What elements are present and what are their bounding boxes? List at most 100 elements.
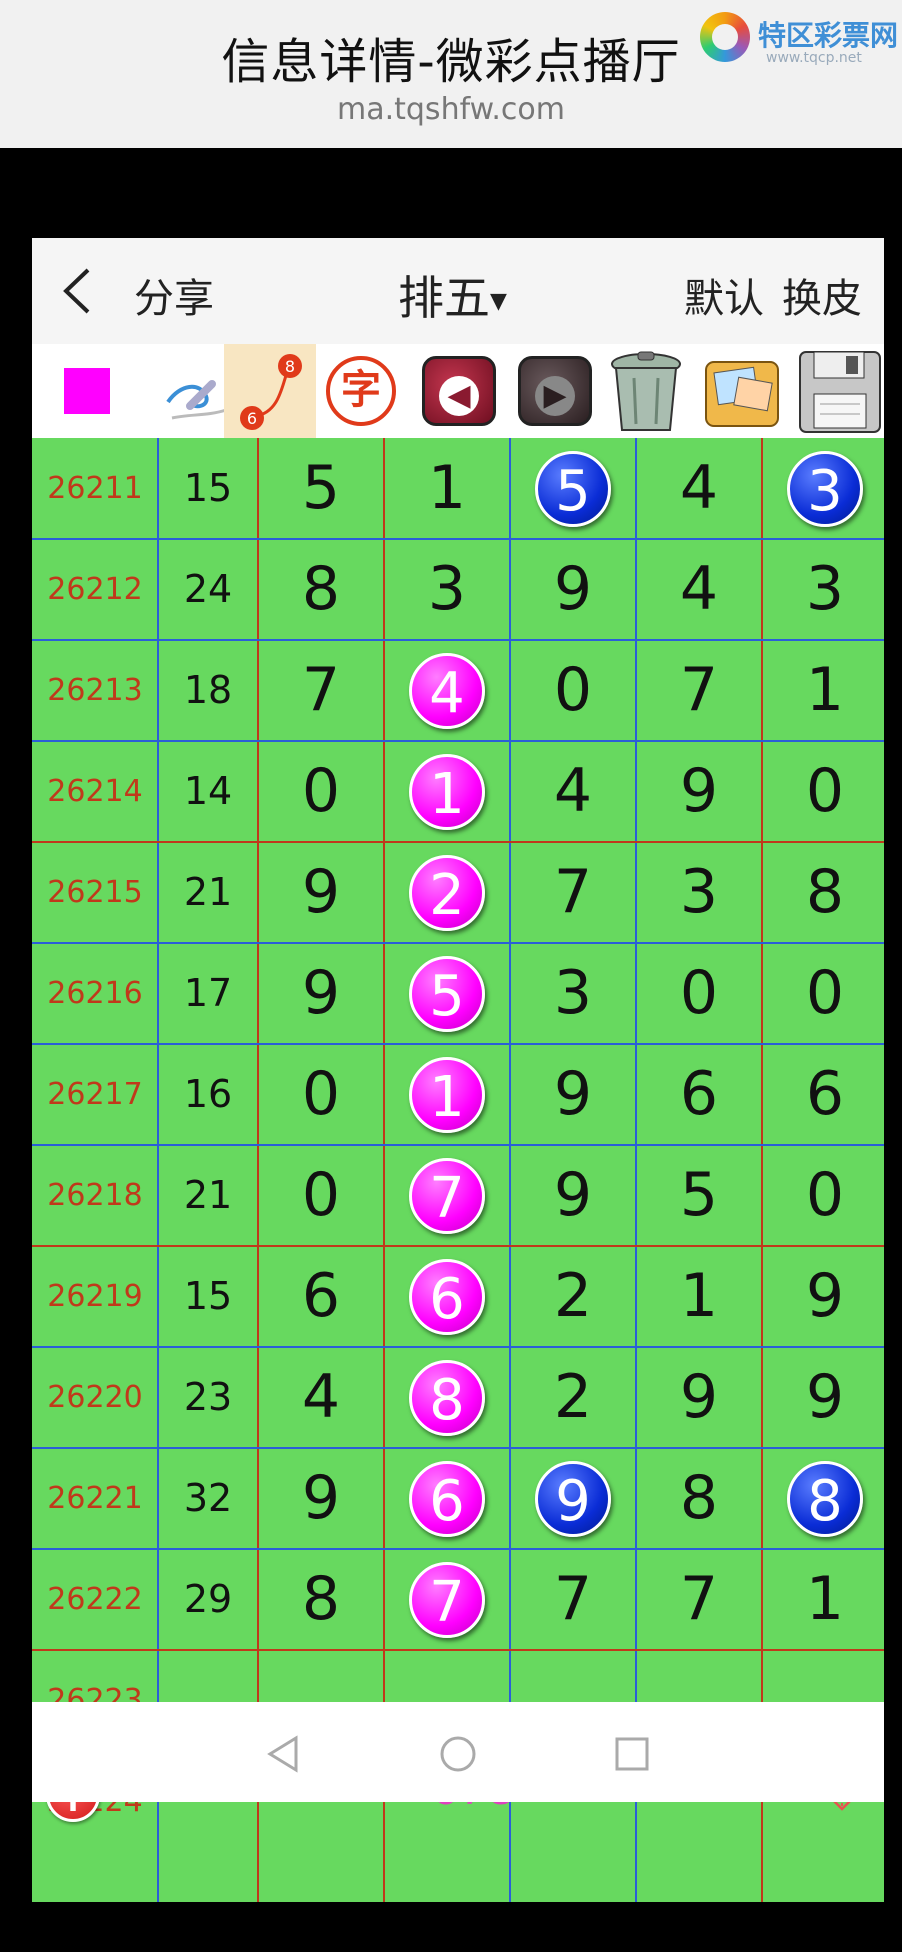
digit-cell[interactable]: 0	[258, 1044, 384, 1145]
link-number-top: 8	[285, 357, 295, 376]
issue-number: 26214	[47, 774, 143, 809]
digit-cell[interactable]: 9	[510, 1145, 636, 1246]
share-button[interactable]: 分享	[134, 266, 214, 324]
digit-cell[interactable]: 0	[762, 741, 884, 842]
nav-recent-icon[interactable]	[602, 1724, 662, 1784]
digit-cell[interactable]: 0	[258, 1145, 384, 1246]
blue-highlight-ball[interactable]: 5	[535, 450, 611, 527]
digit-cell[interactable]: 7	[510, 1549, 636, 1650]
digit-cell[interactable]: 2	[510, 1246, 636, 1347]
digit-cell[interactable]: 9	[762, 1246, 884, 1347]
digit-cell[interactable]: 0	[636, 943, 762, 1044]
digit-cell[interactable]: 3	[384, 539, 510, 640]
digit-cell[interactable]: 0	[258, 741, 384, 842]
blue-highlight-ball[interactable]: 3	[787, 450, 863, 527]
save-icon	[799, 351, 881, 433]
digit-cell[interactable]: 5	[636, 1145, 762, 1246]
issue-number: 26211	[47, 471, 143, 506]
digit-cell[interactable]: 9	[258, 1448, 384, 1549]
nav-back-icon[interactable]	[254, 1724, 314, 1784]
magenta-highlight-ball[interactable]: 2	[409, 854, 485, 931]
digit-cell[interactable]: 1	[762, 640, 884, 741]
digit-cell[interactable]: 8	[762, 842, 884, 943]
blue-highlight-ball[interactable]: 8	[787, 1460, 863, 1537]
char-icon: 字	[326, 356, 396, 426]
digit-cell[interactable]: 1	[762, 1549, 884, 1650]
color-picker-tool[interactable]	[42, 344, 134, 438]
digit-cell[interactable]: 4	[258, 1347, 384, 1448]
digit-cell[interactable]: 1	[384, 438, 510, 539]
clear-tool[interactable]	[600, 344, 692, 438]
default-button[interactable]: 默认	[684, 266, 764, 324]
nav-home-icon[interactable]	[428, 1724, 488, 1784]
top-bar: 分享 排五▼ 默认 换皮	[32, 238, 884, 344]
digit-cell[interactable]: 7	[258, 640, 384, 741]
digit-cell[interactable]: 7	[636, 1549, 762, 1650]
digit-sum: 23	[183, 1375, 233, 1419]
lottery-type-dropdown[interactable]: 排五▼	[398, 262, 507, 328]
digit-cell[interactable]: 0	[510, 640, 636, 741]
magenta-highlight-ball[interactable]: 7	[409, 1561, 485, 1638]
digit-sum: 15	[183, 466, 233, 510]
digit-cell[interactable]: 9	[258, 842, 384, 943]
digit-cell[interactable]: 2	[510, 1347, 636, 1448]
digit-sum: 29	[183, 1577, 233, 1621]
magenta-highlight-ball[interactable]: 6	[409, 1460, 485, 1537]
digit-sum: 17	[183, 971, 233, 1015]
digit-cell[interactable]: 7	[636, 640, 762, 741]
issue-number: 26220	[47, 1380, 143, 1415]
digit-cell[interactable]: 6	[762, 1044, 884, 1145]
issue-number: 26222	[47, 1582, 143, 1617]
digit-sum: 16	[183, 1072, 233, 1116]
redo-tool[interactable]: ▶	[508, 344, 600, 438]
digit-cell[interactable]: 6	[258, 1246, 384, 1347]
magenta-highlight-ball[interactable]: 6	[409, 1258, 485, 1335]
drawing-toolbar: 8 6 字 ◀ ▶	[32, 344, 884, 438]
digit-cell[interactable]: 0	[762, 1145, 884, 1246]
digit-sum: 14	[183, 769, 233, 813]
blue-highlight-ball[interactable]: 9	[535, 1460, 611, 1537]
magenta-highlight-ball[interactable]: 8	[409, 1359, 485, 1436]
digit-cell[interactable]: 8	[258, 1549, 384, 1650]
digit-cell[interactable]: 1	[636, 1246, 762, 1347]
digit-cell[interactable]: 3	[762, 539, 884, 640]
digit-cell[interactable]: 4	[636, 438, 762, 539]
change-skin-button[interactable]: 换皮	[782, 266, 862, 324]
lottery-trend-grid[interactable]: 26211 15 5 1 5 4 3 26212 24 8 3 9 4 3 26213 18 7 4 0 7 1 2621…	[32, 438, 884, 1902]
digit-cell[interactable]: 9	[636, 741, 762, 842]
album-tool[interactable]	[696, 344, 788, 438]
magenta-highlight-ball[interactable]: 1	[409, 1056, 485, 1133]
site-logo: 特区彩票网 www.tqcp.net	[700, 10, 900, 70]
digit-cell[interactable]: 0	[762, 943, 884, 1044]
undo-tool[interactable]: ◀	[412, 344, 504, 438]
issue-number: 26213	[47, 673, 143, 708]
digit-cell[interactable]: 9	[510, 1044, 636, 1145]
digit-cell[interactable]: 9	[510, 539, 636, 640]
digit-sum: 21	[183, 1173, 233, 1217]
link-icon: 8 6	[240, 354, 302, 430]
digit-cell[interactable]: 9	[258, 943, 384, 1044]
digit-cell[interactable]: 9	[636, 1347, 762, 1448]
issue-number: 26212	[47, 572, 143, 607]
page-title: 排五	[398, 271, 490, 325]
digit-cell[interactable]: 5	[258, 438, 384, 539]
digit-cell[interactable]: 6	[636, 1044, 762, 1145]
digit-cell[interactable]: 4	[636, 539, 762, 640]
magenta-highlight-ball[interactable]: 5	[409, 955, 485, 1032]
magenta-highlight-ball[interactable]: 7	[409, 1157, 485, 1234]
undo-icon: ◀	[422, 356, 496, 426]
char-tool[interactable]: 字	[314, 344, 406, 438]
digit-sum: 18	[183, 668, 233, 712]
back-icon[interactable]	[58, 264, 98, 318]
magenta-highlight-ball[interactable]: 1	[409, 753, 485, 830]
digit-cell[interactable]: 4	[510, 741, 636, 842]
link-tool[interactable]: 8 6	[224, 344, 316, 438]
digit-cell[interactable]: 9	[762, 1347, 884, 1448]
digit-cell[interactable]: 3	[636, 842, 762, 943]
digit-cell[interactable]: 8	[258, 539, 384, 640]
digit-cell[interactable]: 3	[510, 943, 636, 1044]
digit-cell[interactable]: 8	[636, 1448, 762, 1549]
digit-cell[interactable]: 7	[510, 842, 636, 943]
save-tool[interactable]	[792, 344, 884, 438]
magenta-highlight-ball[interactable]: 4	[409, 652, 485, 729]
